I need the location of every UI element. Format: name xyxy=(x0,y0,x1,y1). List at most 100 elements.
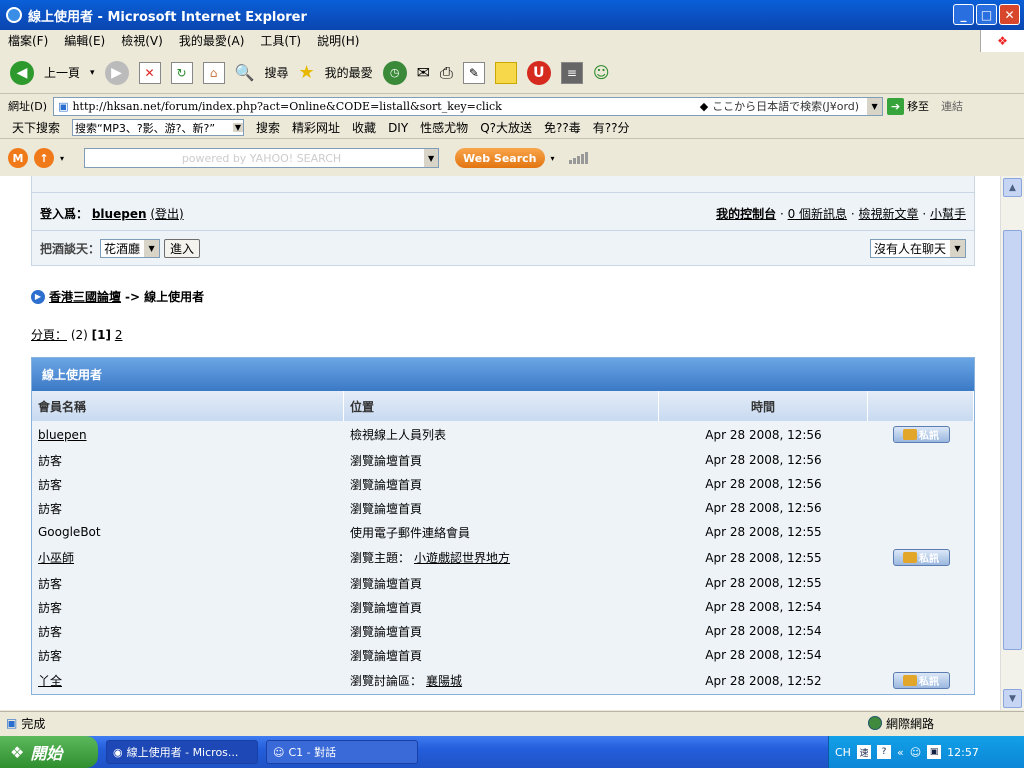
yahoo-options-icon[interactable]: ▾ xyxy=(551,154,555,163)
tianxia-search-label[interactable]: 天下搜索 xyxy=(12,119,60,136)
enter-chat-button[interactable]: 進入 xyxy=(164,238,201,258)
menu-view[interactable]: 檢視(V) xyxy=(121,32,163,49)
location-text: 瀏覽論壇首頁 xyxy=(350,600,423,615)
new-messages-link[interactable]: 0 個新訊息 xyxy=(788,207,847,221)
table-row: 訪客 瀏覽論壇首頁 Apr 28 2008, 12:56 xyxy=(32,448,974,472)
logout-link[interactable]: (登出) xyxy=(150,207,183,221)
yahoo-m-icon[interactable]: M xyxy=(8,148,28,168)
helper-link[interactable]: 小幫手 xyxy=(930,207,966,221)
toolbar-item-search[interactable]: 搜索 xyxy=(256,119,280,136)
tianxia-search-input[interactable]: 搜索“MP3、?影、游?、新?” ▼ xyxy=(72,119,245,136)
task-ie-label: 線上使用者 - Micros... xyxy=(126,746,239,759)
language-indicator[interactable]: CH xyxy=(835,746,851,759)
mail-icon[interactable]: ✉ xyxy=(417,63,430,82)
toolbar-item-collect[interactable]: 收藏 xyxy=(352,119,376,136)
edit-icon[interactable]: ✎ xyxy=(462,61,485,84)
chat-room-dropdown-icon[interactable]: ▼ xyxy=(144,239,160,257)
time-cell: Apr 28 2008, 12:55 xyxy=(659,525,868,539)
notes-icon[interactable] xyxy=(494,61,517,84)
location-link[interactable]: 襄陽城 xyxy=(426,672,462,689)
chat-status-dropdown-icon[interactable]: ▼ xyxy=(950,239,965,257)
ime-icon[interactable]: 速 xyxy=(856,745,871,759)
back-button-label[interactable]: 上一頁 xyxy=(44,64,80,81)
start-button[interactable]: ❖ 開始 xyxy=(0,736,98,768)
toolbar-item-antivirus[interactable]: 免??毒 xyxy=(544,119,581,136)
forward-arrow-icon[interactable]: ▶ xyxy=(104,60,129,85)
vertical-scrollbar[interactable]: ▲ ▼ xyxy=(1000,176,1024,710)
close-button[interactable]: ✕ xyxy=(999,4,1020,25)
menu-edit[interactable]: 編輯(E) xyxy=(64,32,105,49)
chat-room-select[interactable]: 花酒廳 ▼ xyxy=(100,238,161,258)
favorites-button-label[interactable]: 我的最愛 xyxy=(325,64,373,81)
toolbar-addon-icon[interactable]: U xyxy=(526,60,551,85)
yahoo-dropdown-icon[interactable]: ▾ xyxy=(60,154,64,163)
page-2-link[interactable]: 2 xyxy=(115,328,123,342)
menu-help[interactable]: 說明(H) xyxy=(317,32,359,49)
favorites-star-icon[interactable]: ★ xyxy=(298,62,314,83)
search-button-label[interactable]: 搜尋 xyxy=(264,64,288,81)
control-panel-link[interactable]: 我的控制台 xyxy=(716,207,776,221)
address-url[interactable]: http://hksan.net/forum/index.php?act=Onl… xyxy=(72,100,695,113)
help-icon[interactable]: ? xyxy=(876,745,891,759)
chat-status-select[interactable]: 沒有人在聊天 ▼ xyxy=(869,238,966,258)
private-message-button[interactable]: 私訊 xyxy=(892,672,950,689)
header-location[interactable]: 位置 xyxy=(344,391,659,421)
signal-bars-icon[interactable] xyxy=(568,152,588,164)
address-dropdown-icon[interactable]: ▼ xyxy=(867,97,883,115)
header-time[interactable]: 時間 xyxy=(659,391,868,421)
back-dropdown-icon[interactable]: ▾ xyxy=(90,68,95,78)
location-link[interactable]: 小遊戲認世界地方 xyxy=(414,549,510,566)
home-icon[interactable]: ⌂ xyxy=(202,61,225,84)
private-message-button[interactable]: 私訊 xyxy=(892,426,950,443)
menu-favorites[interactable]: 我的最愛(A) xyxy=(179,32,245,49)
address-input[interactable]: ▣ http://hksan.net/forum/index.php?act=O… xyxy=(53,96,884,116)
header-member-name[interactable]: 會員名稱 xyxy=(32,391,344,421)
messenger-tray-icon[interactable]: ☺ xyxy=(910,746,921,759)
tray-app-icon[interactable]: ▣ xyxy=(927,745,942,759)
member-cell: 訪客 xyxy=(32,599,344,616)
member-name-link[interactable]: 小巫師 xyxy=(38,549,74,566)
history-icon[interactable]: ◷ xyxy=(382,60,407,85)
scroll-down-icon[interactable]: ▼ xyxy=(1003,689,1022,708)
toolbar-item-sites[interactable]: 精彩网址 xyxy=(292,119,340,136)
toolbar-item-points[interactable]: 有??分 xyxy=(593,119,630,136)
toolbar-item-qq[interactable]: Q?大放送 xyxy=(480,119,532,136)
task-ie-window[interactable]: ◉ 線上使用者 - Micros... xyxy=(106,740,258,764)
pages-count: (2) xyxy=(70,328,88,342)
tianxia-dropdown-icon[interactable]: ▼ xyxy=(232,123,244,132)
yahoo-up-icon[interactable]: ↑ xyxy=(34,148,54,168)
go-button[interactable]: ➔ 移至 xyxy=(887,97,929,115)
pages-label[interactable]: 分頁： xyxy=(31,328,67,342)
tray-expand-icon[interactable]: « xyxy=(897,746,904,759)
links-label[interactable]: 連結 xyxy=(941,98,963,114)
messenger-icon[interactable]: ☺ xyxy=(593,63,610,82)
minimize-button[interactable]: _ xyxy=(953,4,974,25)
breadcrumb-home-link[interactable]: 香港三國論壇 xyxy=(49,288,121,305)
yahoo-search-dropdown-icon[interactable]: ▼ xyxy=(424,149,439,167)
pagination: 分頁： (2) [1] 2 xyxy=(31,326,122,343)
tianxia-search-value[interactable]: 搜索“MP3、?影、游?、新?” xyxy=(75,120,215,136)
scroll-thumb[interactable] xyxy=(1003,230,1022,650)
new-posts-link[interactable]: 檢視新文章 xyxy=(859,207,919,221)
task-chat-window[interactable]: ☺ C1 - 對話 xyxy=(266,740,418,764)
research-icon[interactable]: ≡ xyxy=(560,61,583,84)
member-name-link[interactable]: 丫全 xyxy=(38,672,62,689)
private-message-button[interactable]: 私訊 xyxy=(892,549,950,566)
maximize-button[interactable]: □ xyxy=(976,4,997,25)
stop-icon[interactable]: ✕ xyxy=(138,61,161,84)
yahoo-search-input[interactable]: powered by YAHOO! SEARCH ▼ xyxy=(84,148,440,168)
toolbar-item-sexy[interactable]: 性感尤物 xyxy=(420,119,468,136)
toolbar-item-diy[interactable]: DIY xyxy=(388,121,408,135)
location-cell: 瀏覽論壇首頁 xyxy=(344,647,659,664)
print-icon[interactable]: ⎙ xyxy=(440,63,453,83)
search-icon[interactable]: 🔍 xyxy=(235,63,255,82)
yahoo-web-search-button[interactable]: Web Search xyxy=(455,148,545,168)
refresh-icon[interactable]: ↻ xyxy=(170,61,193,84)
jp-search-text[interactable]: ここから日本語で検索(J¥ord) xyxy=(712,98,859,114)
menu-tools[interactable]: 工具(T) xyxy=(260,32,301,49)
member-name-link[interactable]: bluepen xyxy=(38,428,87,442)
menu-file[interactable]: 檔案(F) xyxy=(8,32,48,49)
scroll-up-icon[interactable]: ▲ xyxy=(1003,178,1022,197)
back-arrow-icon[interactable]: ◀ xyxy=(10,60,34,85)
username-link[interactable]: bluepen xyxy=(92,207,147,221)
